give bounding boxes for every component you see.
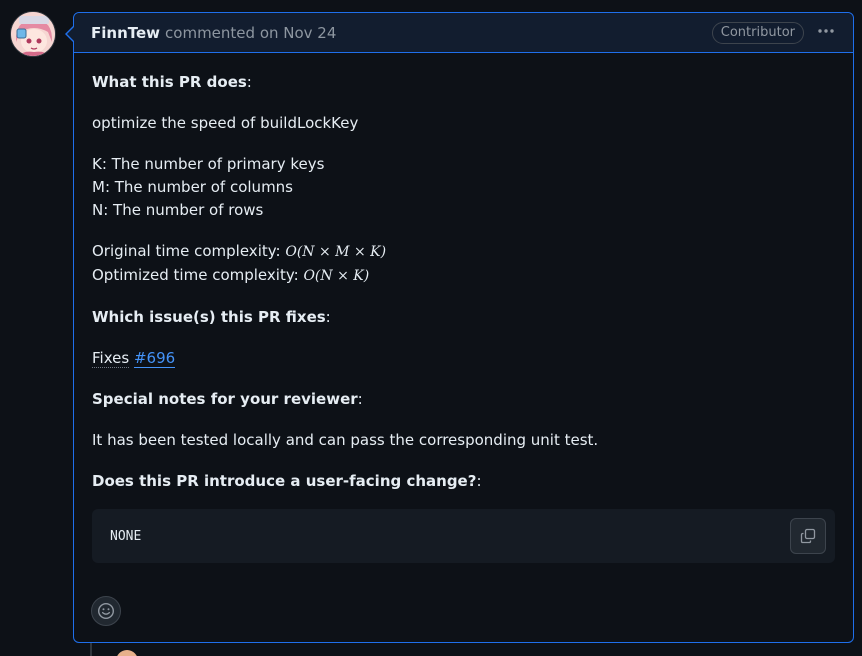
author-avatar[interactable] <box>10 11 56 57</box>
definitions: K: The number of primary keys M: The num… <box>92 153 835 222</box>
comment-box: FinnTew commented on Nov 24 Contributor … <box>65 12 854 643</box>
pr-summary: optimize the speed of buildLockKey <box>92 114 359 132</box>
original-expression: O(N × M × K) <box>285 244 387 260</box>
comment-body: What this PR does: optimize the speed of… <box>74 53 853 563</box>
section-heading-notes: Special notes for your reviewer: <box>92 390 363 408</box>
code-content: NONE <box>110 528 142 544</box>
copy-icon <box>800 528 816 544</box>
timeline-page: FinnTew commented on Nov 24 Contributor … <box>0 0 862 656</box>
timeline-connector <box>90 643 92 656</box>
comment-timestamp[interactable]: commented on Nov 24 <box>165 24 336 42</box>
section-heading-issues: Which issue(s) this PR fixes: <box>92 308 331 326</box>
issue-link[interactable]: #696 <box>133 349 176 368</box>
code-block: NONE <box>92 509 835 563</box>
author-link[interactable]: FinnTew <box>91 24 160 42</box>
definition-k: K: The number of primary keys <box>92 155 325 173</box>
copy-button[interactable] <box>790 518 826 554</box>
avatar-illustration <box>11 12 55 56</box>
definition-n: N: The number of rows <box>92 201 264 219</box>
contributor-badge: Contributor <box>711 21 804 44</box>
fixes-keyword: Fixes <box>92 349 130 368</box>
comment-header: FinnTew commented on Nov 24 Contributor <box>74 13 853 53</box>
smiley-icon <box>97 602 115 620</box>
optimized-label: Optimized time complexity: <box>92 266 304 284</box>
add-reaction-button[interactable] <box>91 596 121 626</box>
optimized-expression: O(N × K) <box>303 268 370 284</box>
definition-m: M: The number of columns <box>92 178 293 196</box>
section-heading-pr: What this PR does: <box>92 73 252 91</box>
kebab-horizontal-icon[interactable] <box>816 23 836 43</box>
reviewer-notes: It has been tested locally and can pass … <box>92 431 599 449</box>
complexity: Original time complexity: O(N × M × K) O… <box>92 240 835 288</box>
original-label: Original time complexity: <box>92 242 286 260</box>
fixes-line: Fixes #696 <box>92 347 835 370</box>
comment-pointer-fill <box>67 26 75 42</box>
next-event-avatar[interactable] <box>116 650 138 656</box>
section-heading-user-facing: Does this PR introduce a user-facing cha… <box>92 472 482 490</box>
